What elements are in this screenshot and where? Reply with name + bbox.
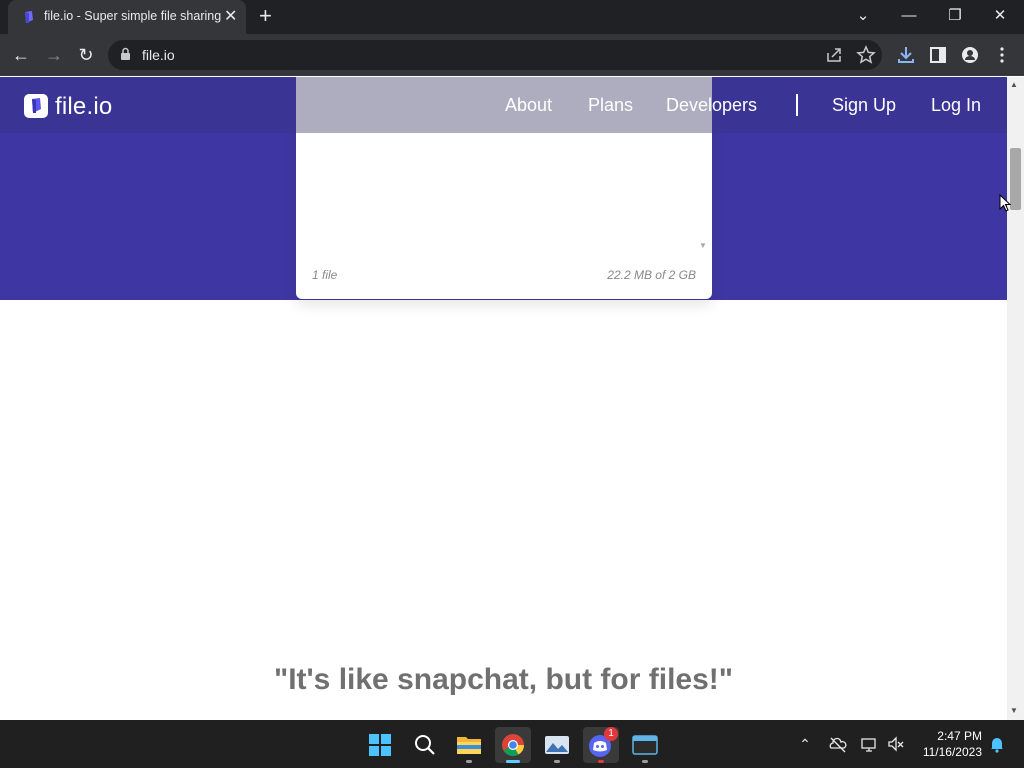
taskbar-search-button[interactable] — [407, 727, 443, 763]
forward-icon[interactable]: → — [43, 44, 65, 66]
restore-icon[interactable]: ❐ — [943, 6, 967, 26]
back-icon[interactable]: ← — [10, 44, 32, 66]
minimize-icon[interactable]: — — [897, 6, 921, 26]
nav-divider — [796, 94, 798, 116]
menu-kebab-icon[interactable] — [991, 44, 1013, 66]
fileio-logo-icon[interactable] — [24, 94, 48, 118]
mouse-cursor-icon — [999, 194, 1011, 212]
discord-running-indicator — [598, 760, 604, 763]
nav-about[interactable]: About — [505, 95, 552, 116]
terminal-running-indicator — [642, 760, 648, 763]
tab-close-icon[interactable]: ✕ — [224, 7, 237, 27]
folder-icon — [457, 737, 481, 754]
site-brand[interactable]: file.io — [55, 93, 112, 121]
url-text[interactable]: file.io — [142, 47, 175, 63]
photos-icon — [545, 736, 569, 754]
tray-overflow-chevron-icon[interactable]: ⌃ — [795, 733, 815, 755]
scroll-up-icon[interactable]: ▲ — [1010, 80, 1018, 89]
taskbar-date[interactable]: 11/16/2023 — [914, 745, 982, 759]
windows-logo-icon — [369, 734, 391, 756]
volume-muted-icon[interactable] — [886, 733, 906, 755]
upload-card-overlay — [296, 77, 712, 133]
scrollbar-thumb[interactable] — [1010, 148, 1021, 210]
bookmark-star-icon[interactable] — [855, 44, 877, 66]
taskbar-terminal[interactable] — [627, 727, 663, 763]
profile-icon[interactable] — [959, 44, 981, 66]
search-icon — [415, 735, 435, 755]
chrome-active-indicator — [506, 760, 520, 763]
page-viewport: ▼ 1 file 22.2 MB of 2 GB file.io About P… — [0, 77, 1007, 720]
reload-icon[interactable]: ↻ — [75, 44, 97, 66]
nav-login[interactable]: Log In — [931, 95, 981, 116]
taskbar-photos[interactable] — [539, 727, 575, 763]
onedrive-offline-icon[interactable] — [828, 733, 848, 755]
notification-bell-icon[interactable] — [987, 733, 1007, 755]
nav-plans[interactable]: Plans — [588, 95, 633, 116]
card-scroll-down-icon[interactable]: ▼ — [699, 241, 707, 250]
upload-size-usage: 22.2 MB of 2 GB — [607, 268, 696, 282]
network-icon[interactable] — [859, 733, 879, 755]
address-bar[interactable] — [108, 40, 882, 70]
download-icon[interactable] — [895, 44, 917, 66]
discord-notification-badge: 1 — [604, 727, 618, 741]
new-tab-icon[interactable]: + — [259, 4, 272, 28]
side-panel-icon[interactable] — [927, 44, 949, 66]
taskbar-file-explorer[interactable] — [451, 727, 487, 763]
share-icon[interactable] — [823, 44, 845, 66]
taskbar-chrome[interactable] — [495, 727, 531, 763]
photos-running-indicator — [554, 760, 560, 763]
nav-developers[interactable]: Developers — [666, 95, 757, 116]
tab-search-icon[interactable]: ⌄ — [851, 6, 875, 26]
fileio-favicon-icon — [25, 11, 33, 23]
testimonial-quote: "It's like snapchat, but for files!" — [274, 663, 733, 696]
nav-signup[interactable]: Sign Up — [832, 95, 896, 116]
explorer-running-indicator — [466, 760, 472, 763]
tab-title: file.io - Super simple file sharing — [44, 9, 222, 23]
chrome-icon — [502, 734, 524, 756]
upload-file-count: 1 file — [312, 268, 338, 282]
taskbar-time[interactable]: 2:47 PM — [924, 729, 982, 743]
scroll-down-icon[interactable]: ▼ — [1010, 706, 1018, 715]
close-window-icon[interactable]: ✕ — [988, 6, 1012, 26]
lock-icon[interactable] — [120, 47, 131, 61]
terminal-icon — [632, 735, 658, 755]
windows-start-button[interactable] — [362, 727, 398, 763]
